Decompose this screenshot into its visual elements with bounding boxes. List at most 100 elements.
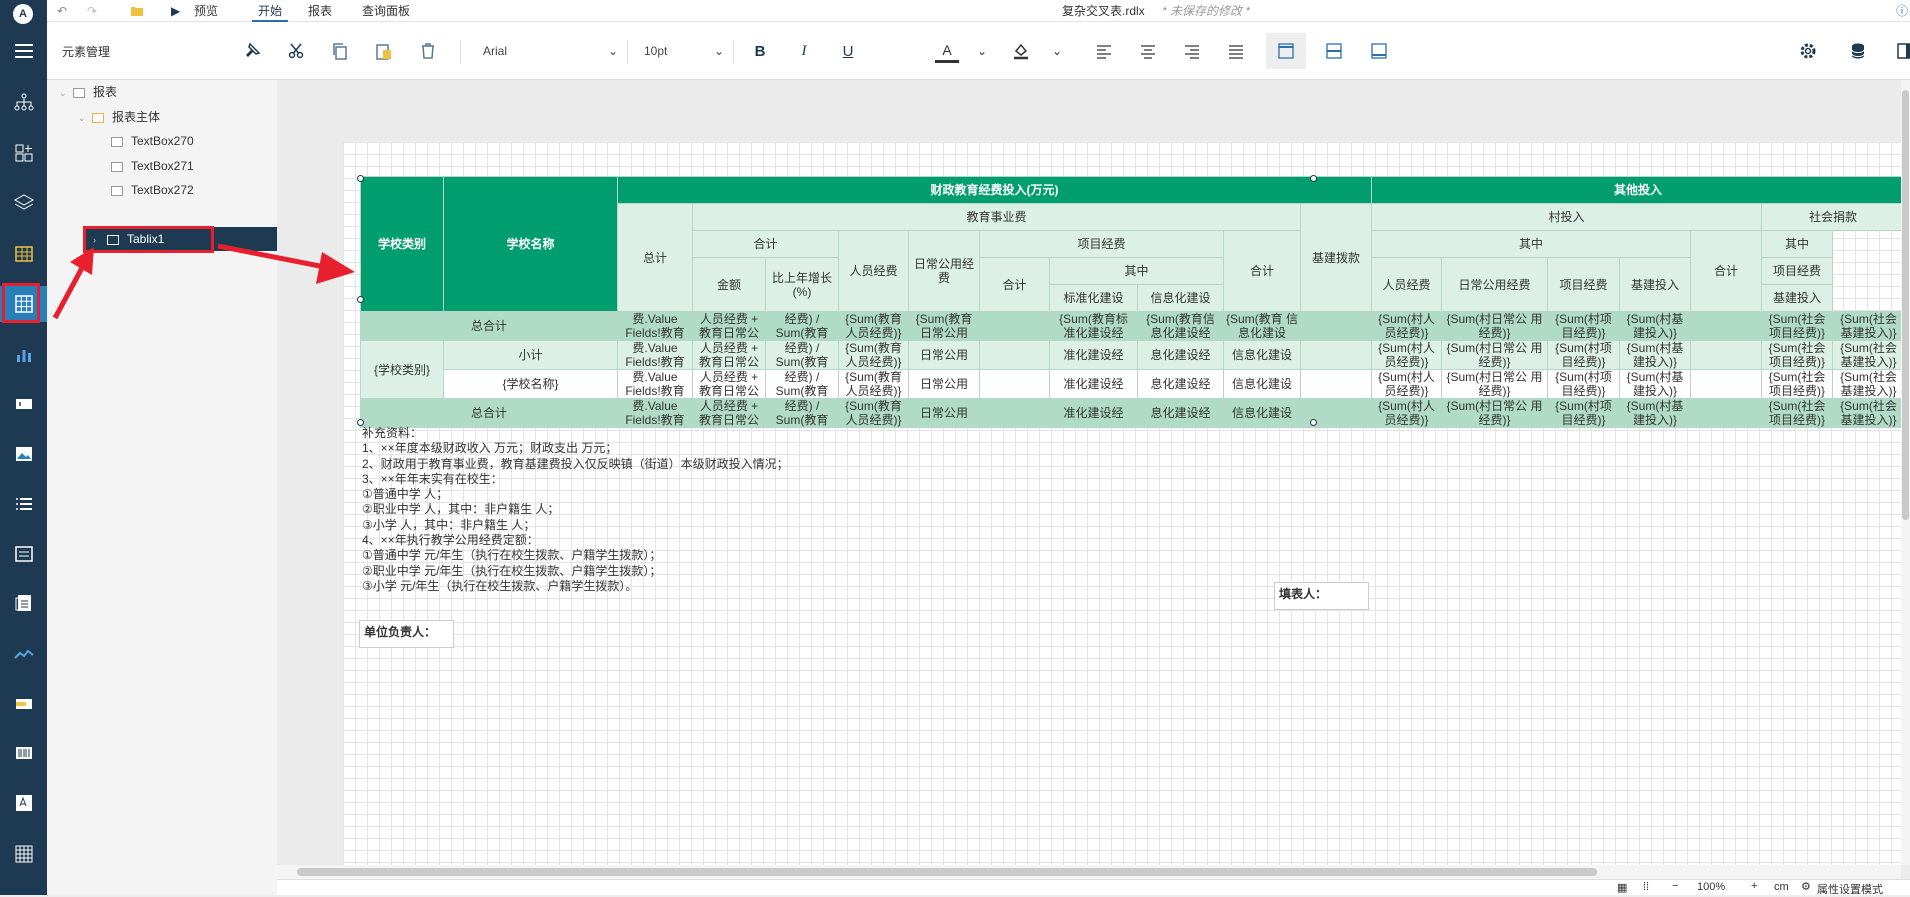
cell-project-total: [979, 369, 1050, 399]
delete-icon[interactable]: [416, 39, 440, 63]
layers-icon[interactable]: [0, 185, 47, 221]
list-icon[interactable]: [0, 486, 47, 522]
barcode-icon[interactable]: [0, 735, 47, 771]
filler-label[interactable]: 填表人：: [1274, 582, 1369, 610]
cell-donation-project: {Sum(社会 项目经费)}: [1761, 340, 1833, 370]
align-center-icon[interactable]: [1136, 39, 1160, 63]
chevron-down-icon: ⌄: [713, 44, 724, 58]
open-folder-icon[interactable]: [130, 0, 144, 22]
note-line: 1、××年度本级财政收入 万元；财政支出 万元；: [362, 441, 618, 456]
vertical-scrollbar[interactable]: [1901, 80, 1910, 865]
redo-icon[interactable]: ↷: [87, 0, 97, 22]
justify-icon[interactable]: [1224, 39, 1248, 63]
cell-village-personnel: {Sum(村人 员经费)}: [1371, 311, 1442, 341]
fill-color-icon[interactable]: [1009, 39, 1033, 63]
valign-top-icon[interactable]: [1266, 33, 1306, 69]
paste-icon[interactable]: [372, 39, 396, 63]
cell-standardization: 准化建设经: [1049, 398, 1138, 428]
unit-head-label[interactable]: 单位负责人：: [359, 620, 454, 648]
table-icon[interactable]: [0, 236, 47, 272]
font-family-select[interactable]: Arial ⌄: [483, 38, 618, 64]
cell-standardization: 准化建设经: [1049, 340, 1138, 370]
tree-node-textbox270[interactable]: TextBox270: [97, 129, 194, 153]
scroll-thumb[interactable]: [1902, 90, 1909, 520]
header-edu-subtotal: 合计: [692, 230, 839, 258]
tree-node-report-body[interactable]: ⌄ 报表主体: [78, 105, 160, 129]
subreport-icon[interactable]: [0, 585, 47, 621]
cell-total: 费.Value Fields!教育: [617, 369, 693, 399]
snap-icon[interactable]: ⁞⁞: [1643, 881, 1649, 893]
cell-informatization: 息化建设经: [1137, 340, 1224, 370]
database-icon[interactable]: [1846, 39, 1870, 63]
grid-icon[interactable]: ▦: [1617, 881, 1627, 894]
cell-village-personnel: {Sum(村人 员经费)}: [1371, 369, 1442, 399]
app-logo: A: [13, 4, 33, 24]
sparkline-icon[interactable]: [0, 636, 47, 672]
zoom-level[interactable]: 100%: [1697, 881, 1725, 893]
play-icon[interactable]: ▶: [171, 0, 180, 22]
form-icon[interactable]: [0, 536, 47, 572]
copy-icon[interactable]: [328, 39, 352, 63]
image-icon[interactable]: [0, 436, 47, 472]
bold-button[interactable]: B: [748, 39, 772, 63]
zoom-out-icon[interactable]: −: [1672, 880, 1678, 892]
horizontal-scrollbar[interactable]: [277, 865, 1901, 879]
align-right-icon[interactable]: [1180, 39, 1204, 63]
cut-icon[interactable]: [284, 39, 308, 63]
selection-handle[interactable]: [357, 419, 364, 426]
undo-icon[interactable]: ↶: [57, 0, 67, 22]
cell-personnel: {Sum(教育人员经费)}: [838, 369, 909, 399]
cell-growth: 经费) / Sum(教育: [765, 311, 839, 341]
selection-handle[interactable]: [357, 175, 364, 182]
tree-node-textbox271[interactable]: TextBox271: [97, 154, 194, 178]
textbox-icon[interactable]: [0, 386, 47, 422]
matrix-icon[interactable]: [0, 836, 47, 872]
selection-handle[interactable]: [1310, 175, 1317, 182]
cell-project-total: [979, 311, 1050, 341]
chart-icon[interactable]: [0, 337, 47, 373]
zoom-in-icon[interactable]: +: [1751, 880, 1757, 892]
pin-icon[interactable]: [240, 39, 264, 63]
font-size-select[interactable]: 10pt ⌄: [644, 38, 724, 64]
cell-village-daily: {Sum(村日常公 用经费)}: [1441, 398, 1548, 428]
header-village-investment: 村投入: [1371, 203, 1762, 231]
note-line: ②职业中学 元/年生（执行在校生拨款、户籍学生拨款）；: [362, 563, 662, 578]
richtext-icon[interactable]: [0, 785, 47, 821]
tree-node-textbox272[interactable]: TextBox272: [97, 178, 194, 202]
tablix1-table[interactable]: 学校类别 学校名称 财政教育经费投入(万元) 其他投入 总计 教育事业费 基建拨…: [360, 176, 1905, 428]
menu-icon[interactable]: [0, 33, 47, 69]
valign-middle-icon[interactable]: [1322, 39, 1346, 63]
tab-report[interactable]: 报表: [308, 0, 332, 22]
info-icon[interactable]: ⓘ: [1896, 0, 1908, 22]
tab-query-panel[interactable]: 查询面板: [362, 0, 410, 22]
header-donations: 社会捐款: [1761, 203, 1905, 231]
settings-gear-icon[interactable]: [1796, 39, 1820, 63]
supplementary-notes[interactable]: 补充资料： 1、××年度本级财政收入 万元；财政支出 万元； 2、财政用于教育事…: [362, 426, 789, 594]
components-icon[interactable]: [0, 135, 47, 171]
chevron-down-icon[interactable]: ⌄: [1045, 39, 1069, 63]
cell-village-project: {Sum(村项 目经费)}: [1547, 311, 1620, 341]
hierarchy-icon[interactable]: [0, 84, 47, 120]
tab-start[interactable]: 开始: [252, 0, 289, 22]
italic-button[interactable]: I: [792, 39, 816, 63]
gear-icon[interactable]: ⚙: [1801, 880, 1811, 893]
selection-handle[interactable]: [357, 296, 364, 303]
databar-icon[interactable]: [0, 686, 47, 722]
header-village-of-which: 其中: [1371, 230, 1691, 258]
cell-capital: 信息化建设: [1223, 398, 1301, 428]
grand-total-label: 总合计: [360, 311, 618, 341]
valign-bottom-icon[interactable]: [1367, 39, 1391, 63]
selection-handle[interactable]: [1310, 419, 1317, 426]
tablix-icon-highlight: [2, 283, 40, 323]
panel-toggle-icon[interactable]: [1893, 39, 1910, 63]
underline-button[interactable]: U: [836, 39, 860, 63]
font-color-button[interactable]: A: [935, 39, 959, 63]
chevron-down-icon[interactable]: ⌄: [970, 39, 994, 63]
unit-select[interactable]: cm: [1774, 881, 1789, 893]
tree-node-report[interactable]: ⌄ 报表: [59, 80, 117, 104]
preview-button[interactable]: 预览: [194, 0, 218, 22]
scroll-thumb[interactable]: [297, 868, 1597, 876]
chevron-down-icon: ⌄: [78, 113, 86, 123]
align-left-icon[interactable]: [1092, 39, 1116, 63]
header-capital-allocation: 基建拨款: [1300, 203, 1372, 312]
